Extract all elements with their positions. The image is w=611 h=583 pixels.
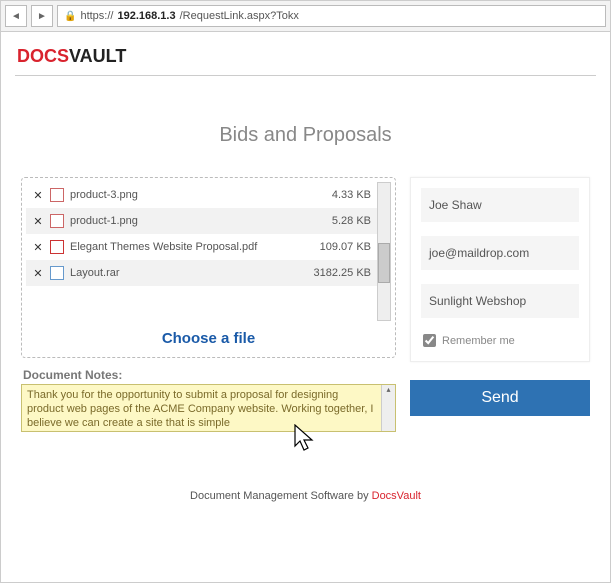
- page-title: Bids and Proposals: [15, 124, 596, 147]
- file-name: Elegant Themes Website Proposal.pdf: [70, 241, 320, 253]
- choose-file-button[interactable]: Choose a file: [26, 322, 391, 349]
- send-button[interactable]: Send: [410, 380, 590, 416]
- file-size: 3182.25 KB: [314, 267, 372, 279]
- notes-container: ▴: [21, 384, 396, 432]
- remove-file-icon[interactable]: ✕: [32, 215, 44, 228]
- file-row: ✕ Elegant Themes Website Proposal.pdf 10…: [26, 234, 377, 260]
- url-host: 192.168.1.3: [117, 10, 175, 22]
- file-list-scrollbar[interactable]: [377, 182, 391, 321]
- file-icon: [50, 214, 64, 228]
- remember-checkbox[interactable]: [423, 334, 436, 347]
- notes-scrollbar[interactable]: ▴: [381, 385, 395, 431]
- document-notes-input[interactable]: [22, 385, 381, 431]
- logo-part1: DOCS: [17, 46, 69, 66]
- file-size: 109.07 KB: [320, 241, 371, 253]
- remove-file-icon[interactable]: ✕: [32, 189, 44, 202]
- footer-link[interactable]: DocsVault: [372, 490, 421, 502]
- file-row: ✕ product-1.png 5.28 KB: [26, 208, 377, 234]
- url-prefix: https://: [80, 10, 113, 22]
- remove-file-icon[interactable]: ✕: [32, 241, 44, 254]
- remove-file-icon[interactable]: ✕: [32, 267, 44, 280]
- file-icon: [50, 240, 64, 254]
- address-bar[interactable]: 🔒 https:// 192.168.1.3 /RequestLink.aspx…: [57, 5, 606, 27]
- remember-label: Remember me: [442, 335, 515, 347]
- upload-dropzone[interactable]: ✕ product-3.png 4.33 KB ✕ product-1.png …: [21, 177, 396, 358]
- app-logo: DOCSVAULT: [15, 40, 596, 76]
- footer-text: Document Management Software by: [190, 490, 372, 502]
- company-field[interactable]: Sunlight Webshop: [421, 284, 579, 318]
- name-field[interactable]: Joe Shaw: [421, 188, 579, 222]
- file-size: 5.28 KB: [332, 215, 371, 227]
- forward-button[interactable]: ►: [31, 5, 53, 27]
- sender-card: Joe Shaw joe@maildrop.com Sunlight Websh…: [410, 177, 590, 362]
- file-name: product-1.png: [70, 215, 332, 227]
- footer: Document Management Software by DocsVaul…: [15, 490, 596, 502]
- logo-part2: VAULT: [69, 46, 126, 66]
- file-icon: [50, 266, 64, 280]
- scrollbar-thumb[interactable]: [378, 243, 390, 283]
- notes-label: Document Notes:: [23, 368, 396, 382]
- browser-chrome: ◄ ► 🔒 https:// 192.168.1.3 /RequestLink.…: [1, 1, 610, 32]
- file-row: ✕ product-3.png 4.33 KB: [26, 182, 377, 208]
- url-path: /RequestLink.aspx?Tokx: [180, 10, 299, 22]
- email-field[interactable]: joe@maildrop.com: [421, 236, 579, 270]
- file-name: Layout.rar: [70, 267, 314, 279]
- file-list: ✕ product-3.png 4.33 KB ✕ product-1.png …: [26, 182, 391, 322]
- scroll-up-icon[interactable]: ▴: [382, 385, 395, 397]
- remember-me[interactable]: Remember me: [421, 332, 579, 349]
- back-button[interactable]: ◄: [5, 5, 27, 27]
- file-size: 4.33 KB: [332, 189, 371, 201]
- file-row: ✕ Layout.rar 3182.25 KB: [26, 260, 377, 286]
- lock-icon: 🔒: [64, 11, 76, 22]
- file-name: product-3.png: [70, 189, 332, 201]
- file-icon: [50, 188, 64, 202]
